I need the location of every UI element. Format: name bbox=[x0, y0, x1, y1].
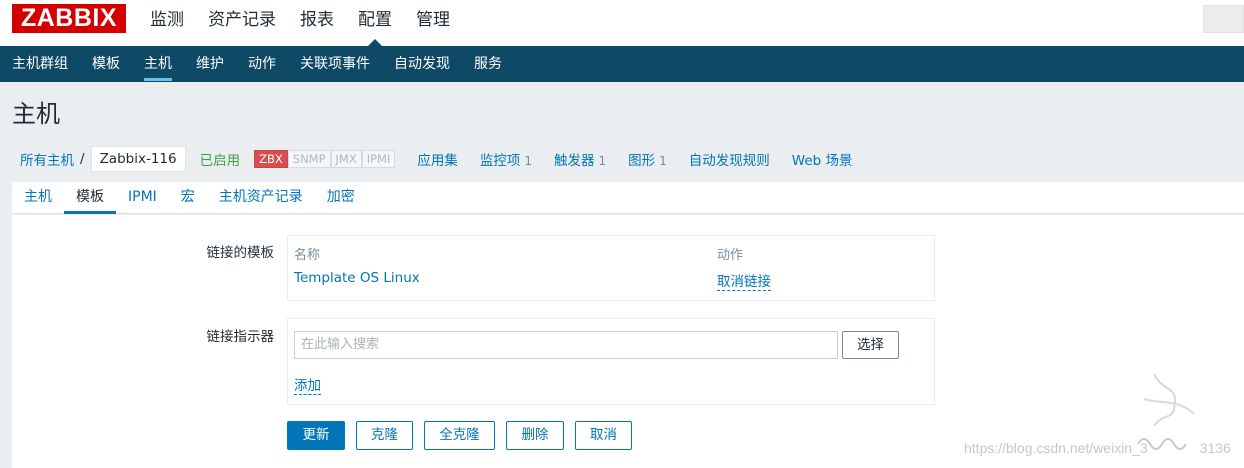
update-button[interactable]: 更新 bbox=[287, 421, 345, 450]
page-title: 主机 bbox=[12, 100, 60, 128]
badge-ipmi: IPMI bbox=[361, 150, 396, 168]
tab-ipmi[interactable]: IPMI bbox=[116, 182, 169, 213]
host-tabs: 主机 模板 IPMI 宏 主机资产记录 加密 bbox=[12, 182, 1244, 214]
menu-administration[interactable]: 管理 bbox=[416, 0, 450, 40]
breadcrumb-separator: / bbox=[80, 151, 85, 167]
search-box[interactable] bbox=[1203, 5, 1244, 33]
menu-monitoring[interactable]: 监测 bbox=[150, 0, 184, 40]
link-triggers-label: 触发器 bbox=[554, 153, 595, 169]
main-menu: 监测 资产记录 报表 配置 管理 bbox=[150, 0, 474, 46]
link-items[interactable]: 监控项 1 bbox=[480, 149, 532, 169]
triggers-count: 1 bbox=[598, 154, 607, 168]
link-web-scenarios-label: Web 场景 bbox=[791, 153, 853, 169]
submenu-services[interactable]: 服务 bbox=[474, 46, 502, 82]
linked-templates-label: 链接的模板 bbox=[206, 245, 275, 261]
tab-inventory[interactable]: 主机资产记录 bbox=[207, 182, 315, 213]
unlink-button[interactable]: 取消链接 bbox=[717, 270, 771, 291]
link-discovery-rules[interactable]: 自动发现规则 bbox=[689, 149, 770, 169]
watermark-tail: 3136 bbox=[1199, 440, 1231, 456]
submenu-actions[interactable]: 动作 bbox=[248, 46, 276, 82]
availability-badges: ZBX SNMP JMX IPMI bbox=[254, 150, 396, 168]
host-status[interactable]: 已启用 bbox=[200, 149, 241, 169]
clone-button[interactable]: 克隆 bbox=[356, 421, 413, 450]
link-graphs-label: 图形 bbox=[628, 153, 656, 169]
cancel-button[interactable]: 取消 bbox=[575, 421, 632, 450]
template-search-input[interactable]: 在此输入搜索 bbox=[294, 331, 838, 359]
submenu-event-correlation[interactable]: 关联项事件 bbox=[300, 46, 370, 82]
zabbix-logo[interactable]: ZABBIX bbox=[12, 4, 126, 33]
link-indicator-panel: 在此输入搜索 选择 添加 bbox=[287, 318, 935, 405]
submenu-discovery[interactable]: 自动发现 bbox=[394, 46, 450, 82]
add-link[interactable]: 添加 bbox=[294, 374, 321, 395]
sub-menu: 主机群组 模板 主机 维护 动作 关联项事件 自动发现 服务 bbox=[0, 46, 1244, 82]
link-discovery-rules-label: 自动发现规则 bbox=[688, 153, 770, 169]
link-applications-label: 应用集 bbox=[417, 153, 458, 169]
column-name-header: 名称 bbox=[294, 248, 321, 263]
submenu-hosts[interactable]: 主机 bbox=[144, 46, 172, 82]
submenu-templates[interactable]: 模板 bbox=[92, 46, 120, 82]
items-count: 1 bbox=[524, 154, 533, 168]
badge-snmp: SNMP bbox=[287, 150, 331, 168]
link-indicator-label: 链接指示器 bbox=[206, 329, 275, 345]
watermark-url: https://blog.csdn.net/weixin_3 bbox=[964, 440, 1148, 456]
submenu-host-groups[interactable]: 主机群组 bbox=[12, 46, 68, 82]
tab-macros[interactable]: 宏 bbox=[169, 182, 207, 213]
link-applications[interactable]: 应用集 bbox=[417, 149, 458, 169]
full-clone-button[interactable]: 全克隆 bbox=[424, 421, 495, 450]
badge-jmx: JMX bbox=[330, 150, 362, 168]
tab-templates[interactable]: 模板 bbox=[64, 182, 116, 214]
graphs-count: 1 bbox=[659, 154, 667, 168]
select-button[interactable]: 选择 bbox=[842, 331, 899, 359]
menu-inventory[interactable]: 资产记录 bbox=[208, 0, 276, 40]
menu-reports[interactable]: 报表 bbox=[300, 0, 334, 40]
menu-configuration[interactable]: 配置 bbox=[358, 0, 392, 46]
linked-templates-table: 名称 动作 Template OS Linux 取消链接 bbox=[287, 235, 935, 301]
link-items-label: 监控项 bbox=[479, 153, 521, 169]
badge-zbx: ZBX bbox=[254, 150, 288, 168]
breadcrumb-current-host[interactable]: Zabbix-116 bbox=[90, 146, 186, 172]
link-graphs[interactable]: 图形 1 bbox=[628, 149, 667, 169]
templates-form: 链接的模板 名称 动作 Template OS Linux 取消链接 链接指示器… bbox=[12, 215, 1244, 468]
delete-button[interactable]: 删除 bbox=[506, 421, 564, 450]
link-triggers[interactable]: 触发器 1 bbox=[554, 149, 606, 169]
template-name-link[interactable]: Template OS Linux bbox=[294, 270, 420, 286]
breadcrumb-all-hosts[interactable]: 所有主机 bbox=[20, 149, 74, 169]
submenu-maintenance[interactable]: 维护 bbox=[196, 46, 224, 82]
breadcrumb: 所有主机 / Zabbix-116 已启用 ZBX SNMP JMX IPMI … bbox=[12, 146, 853, 172]
tab-encryption[interactable]: 加密 bbox=[315, 182, 367, 213]
watermark-text: https://blog.csdn.net/weixin_3 3136 bbox=[964, 440, 1231, 456]
tab-host[interactable]: 主机 bbox=[12, 182, 64, 213]
link-web-scenarios[interactable]: Web 场景 bbox=[792, 149, 853, 169]
column-action-header: 动作 bbox=[717, 248, 744, 263]
top-bar: ZABBIX 监测 资产记录 报表 配置 管理 bbox=[0, 0, 1244, 46]
